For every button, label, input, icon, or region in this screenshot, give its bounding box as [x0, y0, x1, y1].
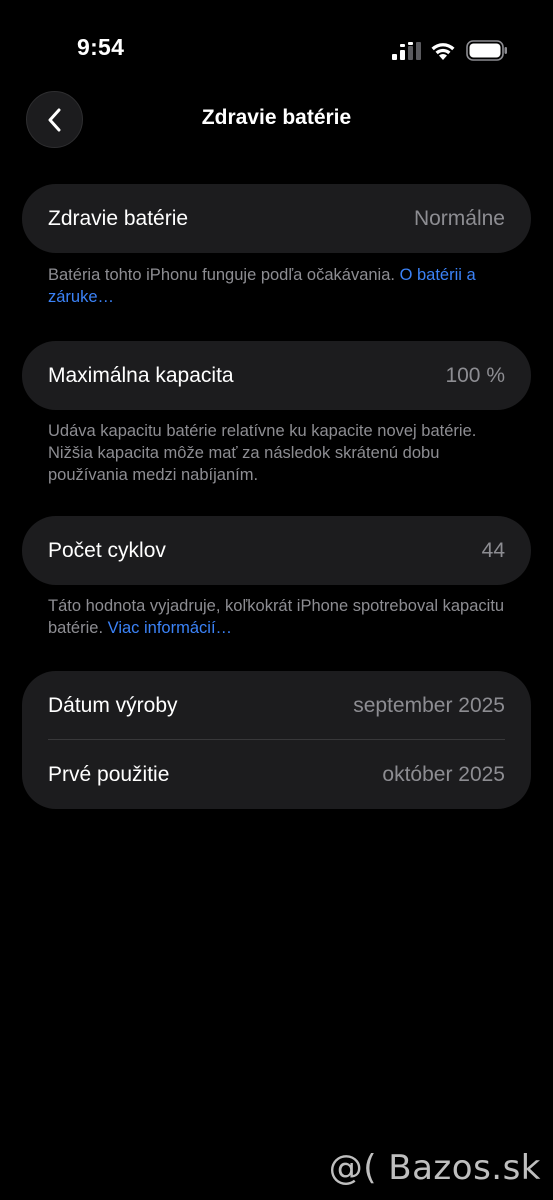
battery-health-footnote-text: Batéria tohto iPhonu funguje podľa očaká… — [48, 266, 400, 284]
wifi-icon — [431, 43, 455, 60]
more-info-link[interactable]: Viac informácií… — [108, 619, 232, 637]
battery-health-group: Zdravie batérie Normálne — [22, 184, 531, 253]
battery-health-label: Zdravie batérie — [48, 206, 189, 230]
battery-icon — [466, 40, 507, 61]
cycle-count-value: 44 — [481, 538, 505, 562]
max-capacity-group: Maximálna kapacita 100 % — [22, 341, 531, 410]
battery-health-footnote: Batéria tohto iPhonu funguje podľa očaká… — [48, 264, 518, 308]
status-time: 9:54 — [77, 34, 125, 60]
max-capacity-row: Maximálna kapacita 100 % — [22, 341, 531, 410]
battery-health-row: Zdravie batérie Normálne — [22, 184, 531, 253]
dates-group: Dátum výroby september 2025 Prvé použiti… — [22, 671, 531, 809]
first-use-value: október 2025 — [382, 762, 505, 786]
cellular-signal-icon — [392, 42, 421, 60]
first-use-label: Prvé použitie — [48, 762, 170, 786]
page-title: Zdravie batérie — [201, 106, 352, 129]
cycle-count-group: Počet cyklov 44 — [22, 516, 531, 585]
status-bar: 9:54 — [0, 0, 553, 100]
battery-health-value: Normálne — [413, 206, 505, 230]
manufacture-date-label: Dátum výroby — [48, 693, 178, 717]
first-use-row: Prvé použitie október 2025 — [22, 740, 531, 809]
max-capacity-footnote: Udáva kapacitu batérie relatívne ku kapa… — [48, 420, 518, 486]
cycle-count-footnote: Táto hodnota vyjadruje, koľkokrát iPhone… — [48, 595, 518, 639]
manufacture-date-row: Dátum výroby september 2025 — [22, 671, 531, 740]
max-capacity-footnote-text: Udáva kapacitu batérie relatívne ku kapa… — [48, 422, 477, 484]
bazos-watermark: @( Bazos.sk — [328, 1148, 541, 1188]
manufacture-date-value: september 2025 — [353, 693, 505, 717]
max-capacity-value: 100 % — [445, 363, 505, 387]
max-capacity-label: Maximálna kapacita — [48, 363, 234, 387]
cycle-count-row: Počet cyklov 44 — [22, 516, 531, 585]
cycle-count-label: Počet cyklov — [48, 538, 166, 562]
